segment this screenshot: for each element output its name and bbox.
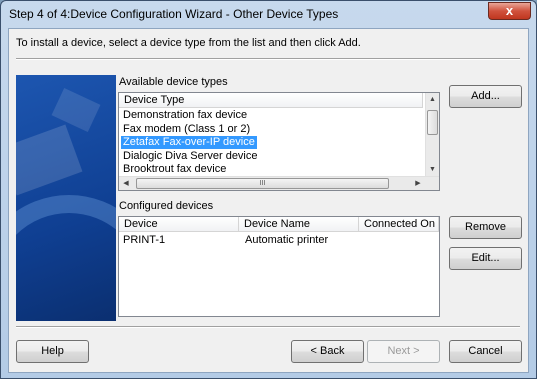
column-header-device-name[interactable]: Device Name: [239, 217, 359, 232]
edit-button[interactable]: Edit...: [449, 247, 522, 270]
scroll-down-arrow-icon[interactable]: ▼: [426, 163, 439, 176]
list-item[interactable]: Demonstration fax device: [121, 109, 249, 122]
next-button[interactable]: Next >: [367, 340, 440, 363]
close-button[interactable]: x: [488, 2, 531, 20]
configured-devices-list[interactable]: Device Device Name Connected On PRINT-1 …: [118, 216, 440, 317]
cell-device-name: Automatic printer: [245, 234, 329, 246]
grip-icon: III: [259, 180, 266, 187]
column-header-device-type[interactable]: Device Type: [119, 93, 423, 108]
cell-device: PRINT-1: [123, 234, 166, 246]
list-item[interactable]: Dialogic Diva Server device: [121, 150, 260, 163]
list-item[interactable]: Brooktrout fax device: [121, 163, 228, 176]
available-device-types-list[interactable]: Device Type Demonstration fax device Fax …: [118, 92, 440, 191]
list-item[interactable]: Fax modem (Class 1 or 2): [121, 123, 252, 136]
cancel-button[interactable]: Cancel: [449, 340, 522, 363]
bottom-separator: [16, 326, 520, 328]
scroll-right-arrow-icon[interactable]: ▶: [411, 177, 425, 190]
instruction-text: To install a device, select a device typ…: [16, 37, 361, 49]
horizontal-scroll-thumb[interactable]: III: [136, 178, 389, 189]
banner-swirl: [16, 195, 116, 321]
add-button[interactable]: Add...: [449, 85, 522, 108]
list-item[interactable]: Zetafax Fax-over-IP device: [120, 135, 258, 150]
title-bar[interactable]: Step 4 of 4:Device Configuration Wizard …: [1, 1, 536, 27]
back-button[interactable]: < Back: [291, 340, 364, 363]
column-header-connected-on[interactable]: Connected On: [359, 217, 439, 232]
banner-paper: [16, 124, 83, 196]
scroll-up-arrow-icon[interactable]: ▲: [426, 93, 439, 106]
available-device-types-label: Available device types: [119, 76, 228, 88]
table-row[interactable]: PRINT-1 Automatic printer: [123, 234, 328, 247]
top-separator: [16, 58, 520, 60]
horizontal-scrollbar[interactable]: ◀ III ▶: [119, 176, 439, 190]
window-title: Step 4 of 4:Device Configuration Wizard …: [9, 7, 339, 21]
column-header-device[interactable]: Device: [119, 217, 239, 232]
wizard-banner-image: [16, 75, 116, 321]
scroll-thumb[interactable]: [427, 110, 438, 135]
vertical-scrollbar[interactable]: ▲ ▼: [425, 93, 439, 177]
scroll-left-arrow-icon[interactable]: ◀: [119, 177, 133, 190]
help-button[interactable]: Help: [16, 340, 89, 363]
remove-button[interactable]: Remove: [449, 216, 522, 239]
dialog-body: To install a device, select a device typ…: [8, 28, 529, 373]
banner-paper-small: [51, 87, 101, 133]
configured-devices-label: Configured devices: [119, 200, 214, 212]
wizard-window: Step 4 of 4:Device Configuration Wizard …: [0, 0, 537, 379]
close-icon: x: [505, 3, 514, 18]
